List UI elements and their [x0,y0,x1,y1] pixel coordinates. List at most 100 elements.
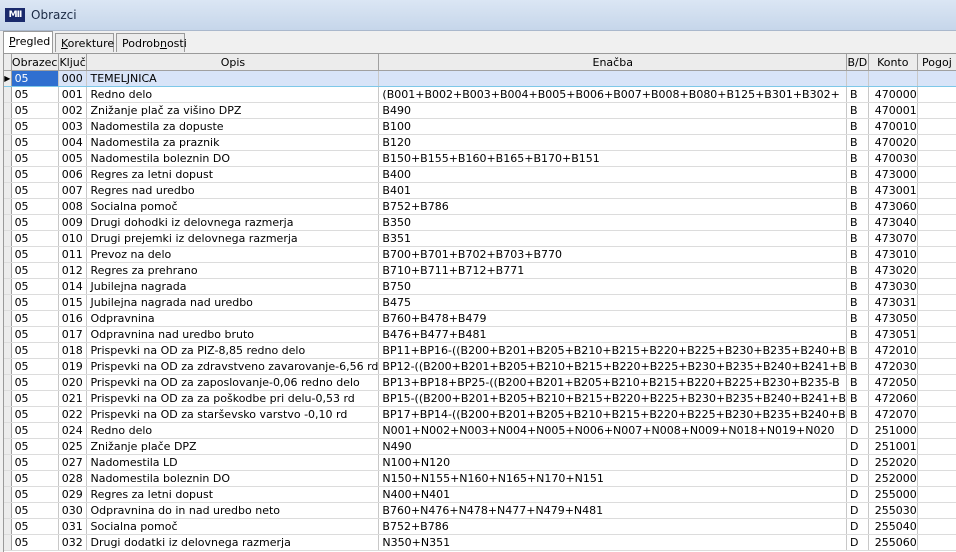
cell-opis[interactable]: Prispevki na OD za za poškodbe pri delu-… [86,390,380,407]
cell-bd[interactable]: D [846,438,869,455]
table-row[interactable]: 05 010 Drugi prejemki iz delovnega razmerj… [4,230,956,247]
cell-pogoj[interactable] [917,310,956,327]
row-indicator[interactable] [4,278,12,295]
cell-kljuc[interactable]: 024 [58,422,88,439]
cell-bd[interactable]: D [846,534,869,551]
cell-kljuc[interactable]: 014 [58,278,88,295]
cell-obrazec[interactable]: 05 [11,454,59,471]
cell-bd[interactable]: B [846,406,869,423]
column-header-pogoj[interactable]: Pogoj [917,54,956,71]
row-indicator[interactable] [4,214,12,231]
cell-bd[interactable]: B [846,198,869,215]
cell-opis[interactable]: Socialna pomoč [86,198,380,215]
cell-obrazec[interactable]: 05 [11,358,59,375]
cell-enacba[interactable]: B760+N476+N478+N477+N479+N481 [378,502,848,519]
cell-opis[interactable]: Odpravnina do in nad uredbo neto [86,502,380,519]
row-indicator[interactable] [4,134,12,151]
tab-podrobnosti[interactable]: Podrobnosti [116,33,187,52]
cell-konto[interactable]: 473020 [868,262,918,279]
table-row[interactable]: 05 017 Odpravnina nad uredbo bruto B476+B47… [4,326,956,343]
table-row[interactable]: 05 007 Regres nad uredbo B401 B 473001 [4,182,956,199]
cell-opis[interactable]: Regres za letni dopust [86,486,380,503]
cell-konto[interactable]: 470001 [868,102,918,119]
cell-kljuc[interactable]: 001 [58,86,88,103]
cell-pogoj[interactable] [917,150,956,167]
cell-obrazec[interactable]: 05 [11,374,59,391]
row-indicator[interactable] [4,534,12,551]
cell-enacba[interactable]: N001+N002+N003+N004+N005+N006+N007+N008+… [378,422,848,439]
cell-bd[interactable]: B [846,246,869,263]
cell-konto[interactable]: 473070 [868,230,918,247]
cell-obrazec[interactable]: 05 [11,390,59,407]
cell-enacba[interactable]: N150+N155+N160+N165+N170+N151 [378,470,848,487]
cell-kljuc[interactable]: 006 [58,166,88,183]
cell-bd[interactable]: D [846,518,869,535]
cell-konto[interactable]: 472030 [868,358,918,375]
table-row[interactable]: 05 005 Nadomestila boleznin DO B150+B155+B1… [4,150,956,167]
cell-konto[interactable]: 470010 [868,118,918,135]
cell-opis[interactable]: Jubilejna nagrada [86,278,380,295]
cell-kljuc[interactable]: 002 [58,102,88,119]
cell-pogoj[interactable] [917,406,956,423]
cell-kljuc[interactable]: 030 [58,502,88,519]
cell-opis[interactable]: Nadomestila boleznin DO [86,470,380,487]
row-indicator[interactable] [4,230,12,247]
cell-bd[interactable] [846,70,869,87]
column-header-enacba[interactable]: Enačba [378,54,848,71]
table-row[interactable]: 05 018 Prispevki na OD za PIZ-8,85 redno d… [4,342,956,359]
cell-pogoj[interactable] [917,182,956,199]
table-row[interactable]: 05 027 Nadomestila LD N100+N120 D 252020 [4,454,956,471]
cell-konto[interactable]: 255060 [868,534,918,551]
cell-opis[interactable]: Jubilejna nagrada nad uredbo [86,294,380,311]
cell-pogoj[interactable] [917,534,956,551]
cell-opis[interactable]: Nadomestila za praznik [86,134,380,151]
column-header-bd[interactable]: B/D [846,54,869,71]
cell-obrazec[interactable]: 05 [11,230,59,247]
cell-kljuc[interactable]: 019 [58,358,88,375]
cell-kljuc[interactable]: 012 [58,262,88,279]
row-indicator[interactable] [4,182,12,199]
tab-korekture[interactable]: Korekture [55,33,114,52]
cell-opis[interactable]: Prispevki na OD za zaposlovanje-0,06 red… [86,374,380,391]
cell-obrazec[interactable]: 05 [11,502,59,519]
cell-kljuc[interactable]: 018 [58,342,88,359]
cell-enacba[interactable]: N350+N351 [378,534,848,551]
cell-obrazec[interactable]: 05 [11,422,59,439]
cell-kljuc[interactable]: 029 [58,486,88,503]
cell-bd[interactable]: B [846,214,869,231]
row-indicator[interactable] [4,166,12,183]
cell-enacba[interactable]: B490 [378,102,848,119]
cell-enacba[interactable]: B100 [378,118,848,135]
cell-obrazec[interactable]: 05 [11,534,59,551]
cell-kljuc[interactable]: 027 [58,454,88,471]
cell-konto[interactable]: 470000 [868,86,918,103]
cell-enacba[interactable]: B752+B786 [378,198,848,215]
cell-kljuc[interactable]: 009 [58,214,88,231]
cell-pogoj[interactable] [917,342,956,359]
cell-pogoj[interactable] [917,358,956,375]
table-row[interactable]: 05 025 Znižanje plače DPZ N490 D 251001 [4,438,956,455]
cell-enacba[interactable]: N490 [378,438,848,455]
cell-obrazec[interactable]: 05 [11,310,59,327]
cell-konto[interactable]: 473060 [868,198,918,215]
cell-bd[interactable]: B [846,102,869,119]
cell-opis[interactable]: Drugi dodatki iz delovnega razmerja [86,534,380,551]
cell-bd[interactable]: B [846,134,869,151]
row-indicator[interactable] [4,374,12,391]
row-indicator[interactable] [4,422,12,439]
cell-kljuc[interactable]: 020 [58,374,88,391]
table-row[interactable]: 05 016 Odpravnina B760+B478+B479 B 473050 [4,310,956,327]
cell-enacba[interactable]: B350 [378,214,848,231]
row-indicator[interactable] [4,358,12,375]
cell-bd[interactable]: D [846,422,869,439]
row-indicator[interactable] [4,310,12,327]
cell-pogoj[interactable] [917,486,956,503]
cell-obrazec[interactable]: 05 [11,262,59,279]
cell-obrazec[interactable]: 05 [11,342,59,359]
cell-obrazec[interactable]: 05 [11,102,59,119]
cell-obrazec[interactable]: 05 [11,118,59,135]
cell-obrazec[interactable]: 05 [11,166,59,183]
cell-konto[interactable]: 470030 [868,150,918,167]
table-row[interactable]: 05 003 Nadomestila za dopuste B100 B 470010 [4,118,956,135]
table-row[interactable]: 05 004 Nadomestila za praznik B120 B 470020 [4,134,956,151]
